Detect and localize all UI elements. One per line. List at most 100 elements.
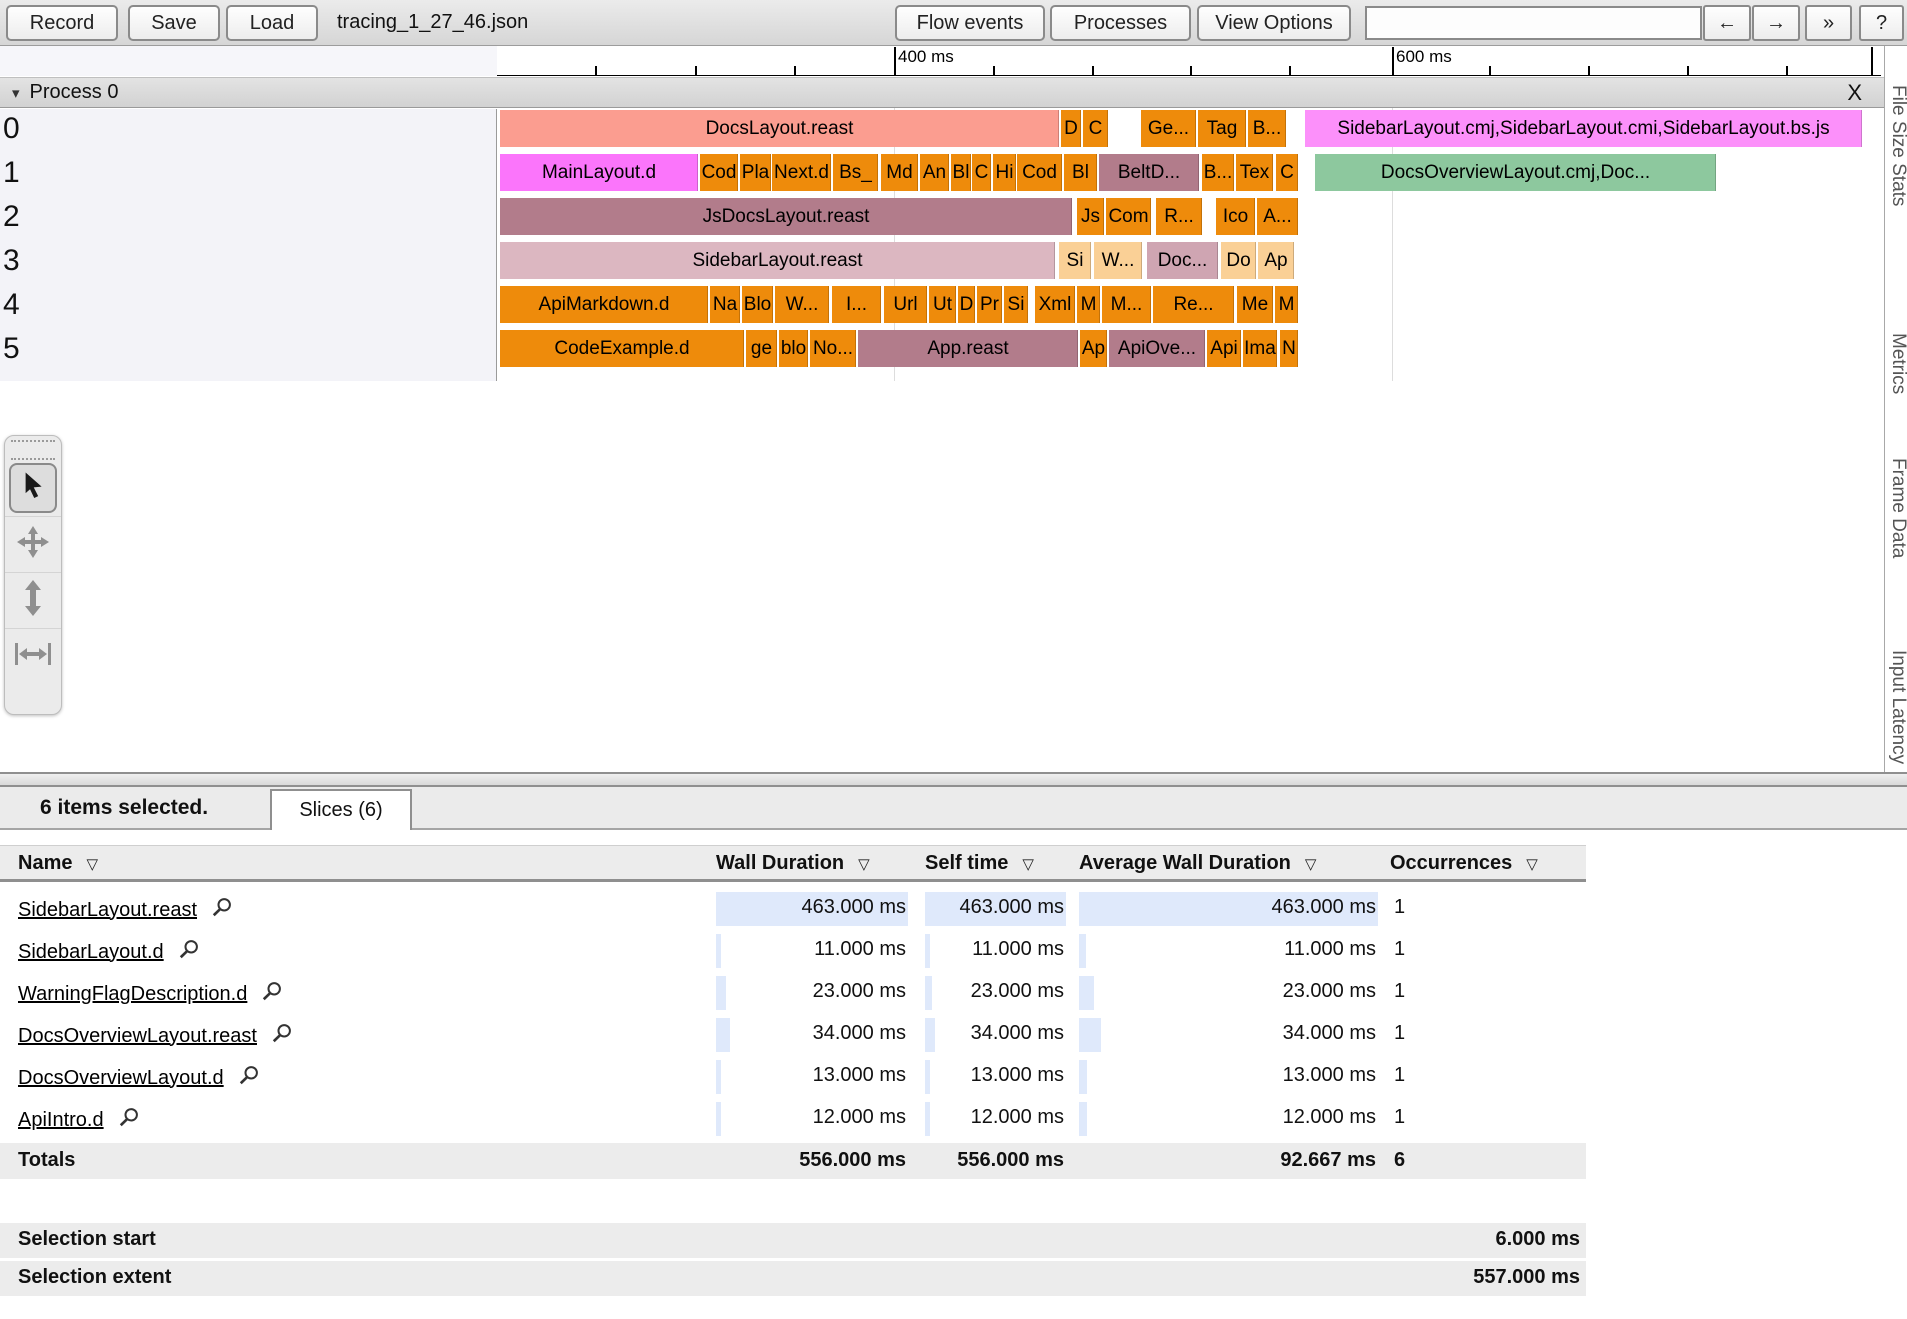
- process-header[interactable]: ▾ Process 0 X: [0, 77, 1884, 108]
- sidebar-tab-file-size-stats[interactable]: File Size Stats: [1887, 85, 1907, 206]
- trace-slice[interactable]: Ima: [1243, 330, 1277, 367]
- magnifier-icon[interactable]: [261, 980, 283, 1008]
- trace-slice[interactable]: D: [1061, 110, 1081, 147]
- sidebar-tab-metrics[interactable]: Metrics: [1887, 333, 1907, 394]
- trace-slice[interactable]: Pr: [977, 286, 1002, 323]
- sidebar-tab-input-latency[interactable]: Input Latency: [1887, 650, 1907, 764]
- trace-slice[interactable]: BeltD...: [1099, 154, 1199, 191]
- table-row[interactable]: DocsOverviewLayout.d13.000 ms13.000 ms13…: [0, 1056, 1586, 1098]
- slice-name-link[interactable]: DocsOverviewLayout.reast: [18, 1025, 257, 1048]
- trace-slice[interactable]: W...: [1094, 242, 1142, 279]
- magnifier-icon[interactable]: [271, 1022, 293, 1050]
- trace-slice[interactable]: SidebarLayout.cmj,SidebarLayout.cmi,Side…: [1305, 110, 1862, 147]
- sort-icon[interactable]: ▽: [86, 856, 98, 873]
- trace-slice[interactable]: C: [1276, 154, 1298, 191]
- slice-name-link[interactable]: WarningFlagDescription.d: [18, 983, 247, 1006]
- view-options-button[interactable]: View Options: [1197, 5, 1351, 41]
- slice-name-link[interactable]: DocsOverviewLayout.d: [18, 1067, 224, 1090]
- save-button[interactable]: Save: [128, 5, 220, 41]
- trace-slice[interactable]: Do: [1221, 242, 1256, 279]
- trace-slice[interactable]: M: [1275, 286, 1298, 323]
- panel-splitter[interactable]: [0, 772, 1907, 787]
- tab-slices[interactable]: Slices (6): [270, 789, 412, 830]
- selection-tool-button[interactable]: [9, 463, 57, 513]
- trace-slice[interactable]: C: [972, 154, 991, 191]
- flow-events-button[interactable]: Flow events: [895, 5, 1045, 41]
- trace-slice[interactable]: M: [1077, 286, 1100, 323]
- load-button[interactable]: Load: [226, 5, 318, 41]
- trace-slice[interactable]: R...: [1156, 198, 1202, 235]
- trace-slice[interactable]: Md: [881, 154, 918, 191]
- sort-icon[interactable]: ▽: [1305, 856, 1317, 873]
- trace-slice[interactable]: Xml: [1035, 286, 1075, 323]
- trace-slice[interactable]: B...: [1248, 110, 1286, 147]
- trace-slice[interactable]: ApiMarkdown.d: [500, 286, 708, 323]
- pan-tool-button[interactable]: [5, 516, 61, 572]
- trace-slice[interactable]: MainLayout.d: [500, 154, 698, 191]
- column-header-wall-duration[interactable]: Wall Duration▽: [716, 852, 870, 875]
- slice-name-link[interactable]: SidebarLayout.d: [18, 941, 164, 964]
- sidebar-tab-frame-data[interactable]: Frame Data: [1887, 458, 1907, 558]
- trace-slice[interactable]: Me: [1237, 286, 1273, 323]
- trace-slice[interactable]: Ico: [1216, 198, 1255, 235]
- trace-slice[interactable]: Next.d: [772, 154, 831, 191]
- magnifier-icon[interactable]: [118, 1106, 140, 1134]
- trace-slice[interactable]: Bl: [951, 154, 971, 191]
- trace-slice[interactable]: Hi: [993, 154, 1016, 191]
- trace-slice[interactable]: W...: [775, 286, 829, 323]
- trace-slice[interactable]: An: [920, 154, 949, 191]
- timing-tool-button[interactable]: [5, 628, 61, 684]
- column-header-average-wall-duration[interactable]: Average Wall Duration▽: [1079, 852, 1316, 875]
- sort-icon[interactable]: ▽: [1526, 856, 1538, 873]
- column-header-self-time[interactable]: Self time▽: [925, 852, 1034, 875]
- overflow-menu-button[interactable]: »: [1805, 5, 1852, 41]
- table-row[interactable]: WarningFlagDescription.d23.000 ms23.000 …: [0, 972, 1586, 1014]
- trace-slice[interactable]: Ap: [1258, 242, 1294, 279]
- trace-slice[interactable]: D: [958, 286, 975, 323]
- trace-slice[interactable]: Ap: [1080, 330, 1107, 367]
- trace-slice[interactable]: B...: [1202, 154, 1234, 191]
- sort-icon[interactable]: ▽: [858, 856, 870, 873]
- trace-slice[interactable]: DocsOverviewLayout.cmj,Doc...: [1315, 154, 1716, 191]
- trace-slice[interactable]: Si: [1004, 286, 1028, 323]
- trace-slice[interactable]: C: [1083, 110, 1108, 147]
- column-header-name[interactable]: Name▽: [18, 852, 98, 875]
- trace-slice[interactable]: Doc...: [1147, 242, 1218, 279]
- trace-slice[interactable]: Blo: [742, 286, 773, 323]
- trace-slice[interactable]: Ut: [929, 286, 956, 323]
- trace-slice[interactable]: Tex: [1236, 154, 1273, 191]
- trace-slice[interactable]: blo: [779, 330, 808, 367]
- trace-slice[interactable]: Bl: [1064, 154, 1097, 191]
- trace-slice[interactable]: I...: [832, 286, 881, 323]
- zoom-tool-button[interactable]: [5, 572, 61, 628]
- trace-slice[interactable]: Js: [1077, 198, 1104, 235]
- trace-slice[interactable]: ApiOve...: [1109, 330, 1205, 367]
- trace-slice[interactable]: JsDocsLayout.reast: [500, 198, 1072, 235]
- trace-slice[interactable]: Cod: [700, 154, 738, 191]
- slice-name-link[interactable]: SidebarLayout.reast: [18, 899, 197, 922]
- search-input[interactable]: [1365, 6, 1702, 40]
- table-row[interactable]: SidebarLayout.d11.000 ms11.000 ms11.000 …: [0, 930, 1586, 972]
- find-next-button[interactable]: →: [1752, 5, 1800, 41]
- trace-slice[interactable]: ge: [746, 330, 777, 367]
- trace-slice[interactable]: Re...: [1153, 286, 1234, 323]
- magnifier-icon[interactable]: [178, 938, 200, 966]
- trace-slice[interactable]: A...: [1257, 198, 1298, 235]
- trace-slice[interactable]: N: [1280, 330, 1298, 367]
- trace-slice[interactable]: DocsLayout.reast: [500, 110, 1059, 147]
- find-previous-button[interactable]: ←: [1703, 5, 1751, 41]
- trace-slice[interactable]: Ge...: [1141, 110, 1196, 147]
- sort-icon[interactable]: ▽: [1022, 856, 1034, 873]
- column-header-occurrences[interactable]: Occurrences▽: [1390, 852, 1538, 875]
- trace-slice[interactable]: Si: [1059, 242, 1091, 279]
- trace-slice[interactable]: SidebarLayout.reast: [500, 242, 1055, 279]
- magnifier-icon[interactable]: [238, 1064, 260, 1092]
- table-row[interactable]: DocsOverviewLayout.reast34.000 ms34.000 …: [0, 1014, 1586, 1056]
- trace-slice[interactable]: M...: [1102, 286, 1151, 323]
- trace-slice[interactable]: Na: [710, 286, 740, 323]
- trace-slice[interactable]: Url: [884, 286, 927, 323]
- table-row[interactable]: SidebarLayout.reast463.000 ms463.000 ms4…: [0, 888, 1586, 930]
- slice-name-link[interactable]: ApiIntro.d: [18, 1109, 104, 1132]
- trace-slice[interactable]: CodeExample.d: [500, 330, 744, 367]
- close-process-icon[interactable]: X: [1847, 80, 1862, 106]
